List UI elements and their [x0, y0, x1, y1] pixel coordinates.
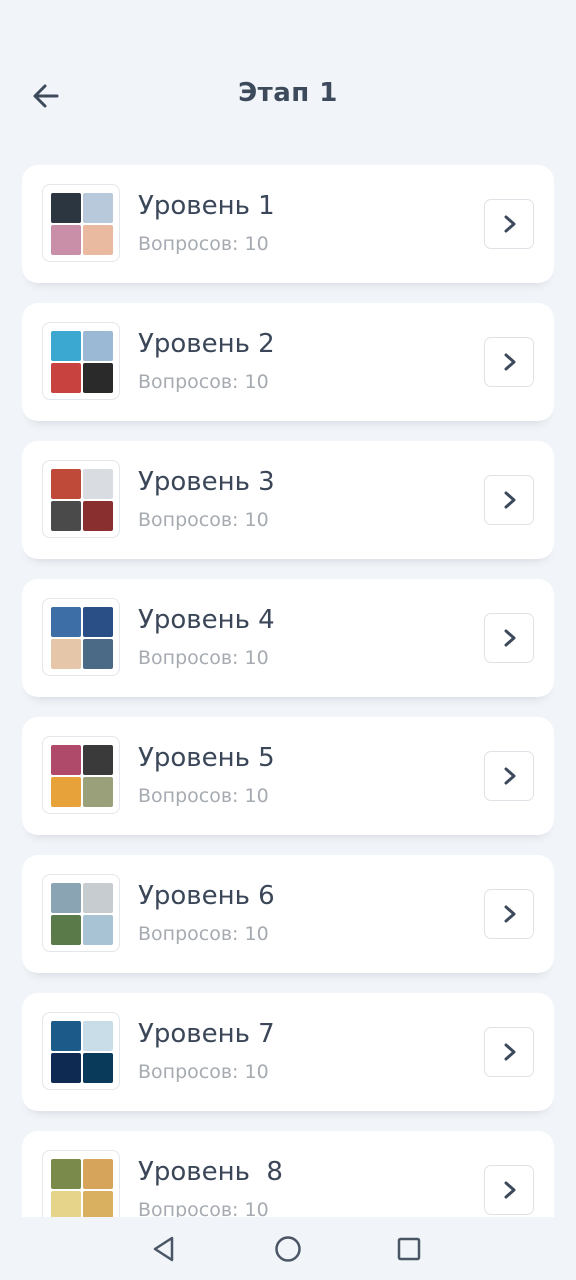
- level-question-count: Вопросов: 10: [138, 647, 269, 669]
- header: Этап 1: [0, 60, 576, 132]
- level-thumbnail: [42, 322, 120, 400]
- thumbnail-photo: [83, 915, 113, 945]
- level-question-count: Вопросов: 10: [138, 785, 269, 807]
- level-question-count: Вопросов: 10: [138, 371, 269, 393]
- open-level-button[interactable]: [484, 1165, 534, 1215]
- open-level-button[interactable]: [484, 1027, 534, 1077]
- thumbnail-photo: [51, 777, 81, 807]
- chevron-right-icon: [504, 1181, 516, 1199]
- thumbnail-photo: [83, 469, 113, 499]
- thumbnail-photo: [51, 1053, 81, 1083]
- system-navigation-bar: [0, 1217, 576, 1280]
- thumbnail-photo: [51, 363, 81, 393]
- thumbnail-photo: [83, 1053, 113, 1083]
- square-recents-icon: [397, 1237, 421, 1261]
- level-question-count: Вопросов: 10: [138, 1199, 269, 1217]
- level-thumbnail: [42, 460, 120, 538]
- level-thumbnail: [42, 874, 120, 952]
- level-card[interactable]: Уровень 2 Вопросов: 10: [22, 303, 554, 421]
- level-card[interactable]: Уровень 5 Вопросов: 10: [22, 717, 554, 835]
- thumbnail-photo: [83, 363, 113, 393]
- level-title: Уровень 3: [138, 467, 275, 497]
- thumbnail-photo: [83, 331, 113, 361]
- thumbnail-photo: [51, 745, 81, 775]
- level-thumbnail: [42, 184, 120, 262]
- thumbnail-photo: [51, 469, 81, 499]
- thumbnail-photo: [51, 225, 81, 255]
- level-card[interactable]: Уровень 3 Вопросов: 10: [22, 441, 554, 559]
- thumbnail-photo: [83, 639, 113, 669]
- level-card[interactable]: Уровень 8 Вопросов: 10: [22, 1131, 554, 1217]
- open-level-button[interactable]: [484, 751, 534, 801]
- level-card[interactable]: Уровень 7 Вопросов: 10: [22, 993, 554, 1111]
- level-question-count: Вопросов: 10: [138, 923, 269, 945]
- thumbnail-photo: [51, 331, 81, 361]
- thumbnail-photo: [51, 1159, 81, 1189]
- level-title: Уровень 4: [138, 605, 275, 635]
- open-level-button[interactable]: [484, 613, 534, 663]
- chevron-right-icon: [504, 353, 516, 371]
- open-level-button[interactable]: [484, 199, 534, 249]
- thumbnail-photo: [83, 225, 113, 255]
- level-card[interactable]: Уровень 6 Вопросов: 10: [22, 855, 554, 973]
- level-thumbnail: [42, 736, 120, 814]
- circle-home-icon: [275, 1236, 301, 1262]
- thumbnail-photo: [83, 883, 113, 913]
- thumbnail-photo: [83, 1191, 113, 1217]
- level-card[interactable]: Уровень 4 Вопросов: 10: [22, 579, 554, 697]
- thumbnail-photo: [51, 193, 81, 223]
- page-title: Этап 1: [238, 78, 338, 108]
- level-list[interactable]: Уровень 1 Вопросов: 10 Уровень 2 Вопросо…: [22, 165, 554, 1217]
- chevron-right-icon: [504, 905, 516, 923]
- level-title: Уровень 6: [138, 881, 275, 911]
- chevron-right-icon: [504, 215, 516, 233]
- level-title: Уровень 1: [138, 191, 275, 221]
- thumbnail-photo: [83, 1021, 113, 1051]
- thumbnail-photo: [83, 777, 113, 807]
- thumbnail-photo: [83, 1159, 113, 1189]
- thumbnail-photo: [51, 1191, 81, 1217]
- open-level-button[interactable]: [484, 889, 534, 939]
- thumbnail-photo: [83, 501, 113, 531]
- open-level-button[interactable]: [484, 475, 534, 525]
- level-title: Уровень 5: [138, 743, 275, 773]
- level-thumbnail: [42, 1150, 120, 1217]
- nav-recents-button[interactable]: [393, 1233, 425, 1265]
- level-title: Уровень 2: [138, 329, 275, 359]
- thumbnail-photo: [83, 193, 113, 223]
- thumbnail-photo: [51, 1021, 81, 1051]
- level-question-count: Вопросов: 10: [138, 233, 269, 255]
- level-card[interactable]: Уровень 1 Вопросов: 10: [22, 165, 554, 283]
- level-title: Уровень 7: [138, 1019, 275, 1049]
- thumbnail-photo: [83, 607, 113, 637]
- level-title: Уровень 8: [138, 1157, 283, 1187]
- level-thumbnail: [42, 1012, 120, 1090]
- level-thumbnail: [42, 598, 120, 676]
- level-question-count: Вопросов: 10: [138, 509, 269, 531]
- nav-back-button[interactable]: [148, 1233, 180, 1265]
- thumbnail-photo: [51, 501, 81, 531]
- chevron-right-icon: [504, 629, 516, 647]
- triangle-back-icon: [153, 1236, 174, 1262]
- nav-home-button[interactable]: [272, 1233, 304, 1265]
- thumbnail-photo: [51, 607, 81, 637]
- thumbnail-photo: [51, 915, 81, 945]
- chevron-right-icon: [504, 491, 516, 509]
- thumbnail-photo: [83, 745, 113, 775]
- level-question-count: Вопросов: 10: [138, 1061, 269, 1083]
- chevron-right-icon: [504, 1043, 516, 1061]
- chevron-right-icon: [504, 767, 516, 785]
- thumbnail-photo: [51, 883, 81, 913]
- thumbnail-photo: [51, 639, 81, 669]
- open-level-button[interactable]: [484, 337, 534, 387]
